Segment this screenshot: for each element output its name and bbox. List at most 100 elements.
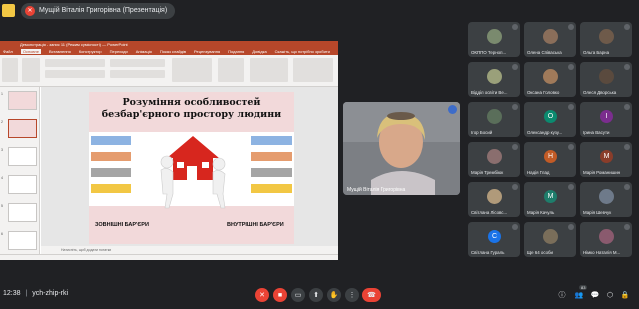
participant-tile[interactable]: О Олександр кузу...	[524, 102, 576, 137]
mic-off-icon	[624, 144, 630, 150]
participant-tile[interactable]: І Ірина Васути	[580, 102, 632, 137]
participant-name: Олександр кузу...	[527, 130, 563, 135]
participant-tile[interactable]: М Марія Качуль	[524, 182, 576, 217]
mic-off-icon	[624, 224, 630, 230]
participant-tile[interactable]: Марія Трембіюк	[468, 142, 520, 177]
shared-screen: Демонстрація - запис 11 (Режим сумісност…	[0, 41, 338, 260]
ribbon-tab[interactable]: Рецензування	[194, 49, 220, 54]
mic-off-icon	[512, 184, 518, 190]
leave-call-button[interactable]: ☎	[362, 288, 381, 302]
mic-off-icon	[512, 64, 518, 70]
mic-off-icon	[512, 104, 518, 110]
notes-pane[interactable]: Натисніть, щоб додати нотатки	[41, 246, 338, 254]
present-window-icon[interactable]	[2, 4, 15, 17]
participant-name: Світлана Гураль	[471, 250, 505, 255]
participant-tile[interactable]: ОКППО Терноп...	[468, 22, 520, 57]
participant-tile[interactable]: С Світлана Гураль	[468, 222, 520, 257]
avatar-photo	[487, 109, 502, 124]
presenter-pill-label: Мущій Віталія Григорівна (Презентація)	[39, 7, 168, 14]
ribbon-toolbar	[0, 55, 338, 87]
participant-name: Марія Трембіюк	[471, 170, 504, 175]
hangup-icon: ☎	[367, 292, 376, 299]
more-options-button[interactable]: ⋮	[345, 288, 359, 302]
avatar-photo	[599, 189, 614, 204]
present-button[interactable]: ⬆	[309, 288, 323, 302]
captions-button[interactable]: ▭	[291, 288, 305, 302]
slide-thumbnail[interactable]	[8, 203, 37, 222]
presenter-pill[interactable]: ✕ Мущій Віталія Григорівна (Презентація)	[21, 2, 176, 19]
mic-off-icon	[512, 224, 518, 230]
mic-off-icon: ✕	[25, 5, 35, 16]
slide-thumbnail[interactable]	[8, 147, 37, 166]
participant-tile[interactable]: Олена Співаська	[524, 22, 576, 57]
presenter-video[interactable]: Мущій Віталія Григорівна	[343, 102, 460, 195]
people-icon[interactable]: 👥	[574, 290, 584, 300]
powerpoint-statusbar	[0, 254, 338, 260]
ribbon-tab[interactable]: Довідка	[252, 49, 266, 54]
internal-barriers-caption: ВНУТРІШНІ БАР'ЄРИ	[227, 222, 284, 228]
ribbon-tab[interactable]: Показ слайдів	[160, 49, 186, 54]
ribbon-tab[interactable]: Конструктор	[79, 49, 102, 54]
activities-icon[interactable]: ⬡	[605, 290, 615, 300]
slide-thumbnail[interactable]	[8, 175, 37, 194]
captions-icon: ▭	[294, 292, 302, 299]
ribbon-tab[interactable]: Подання	[228, 49, 244, 54]
mic-off-icon	[624, 64, 630, 70]
ribbon-tab[interactable]: Вставлення	[49, 49, 71, 54]
presentation-bar: ✕ Мущій Віталія Григорівна (Презентація)	[2, 2, 176, 19]
participant-tile[interactable]: Ще 64 особи	[524, 222, 576, 257]
avatar-photo	[599, 69, 614, 84]
mic-off-icon	[568, 144, 574, 150]
mic-off-icon	[624, 184, 630, 190]
mic-off-icon	[624, 104, 630, 110]
host-controls-icon[interactable]: 🔒	[620, 290, 630, 300]
avatar: С	[488, 230, 501, 243]
slide-number: 6	[1, 232, 3, 236]
participant-name: Ірина Васути	[583, 130, 610, 135]
avatar-photo	[543, 69, 558, 84]
speaking-indicator-icon	[448, 105, 457, 114]
ribbon-tabs: Файл Основне Вставлення Конструктор Переходи…	[0, 48, 338, 55]
slide-number: 1	[1, 92, 3, 96]
participant-tile[interactable]: Олеся Дворська	[580, 62, 632, 97]
clock-time: 12:38	[3, 290, 21, 297]
participant-tile[interactable]: Відділ освіти Ве...	[468, 62, 520, 97]
mic-off-icon	[568, 224, 574, 230]
ribbon-tab[interactable]: Анімація	[136, 49, 152, 54]
participant-tile[interactable]: Німко Наталія М...	[580, 222, 632, 257]
raise-hand-button[interactable]: ✋	[327, 288, 341, 302]
participant-tile[interactable]: Марія Шевчук	[580, 182, 632, 217]
avatar-photo	[487, 69, 502, 84]
participant-tile[interactable]: Світлана Лісовс...	[468, 182, 520, 217]
avatar-photo	[487, 149, 502, 164]
avatar: О	[544, 110, 557, 123]
meeting-code: ych-zhip-rki	[32, 290, 69, 297]
avatar-photo	[487, 189, 502, 204]
mic-toggle-button[interactable]: ✕	[255, 288, 269, 302]
participant-tile[interactable]: Ольга Барна	[580, 22, 632, 57]
ribbon-tab[interactable]: Скажіть, що потрібно зробити	[275, 49, 330, 54]
slide-thumbnail[interactable]	[8, 231, 37, 250]
participant-tile[interactable]: Оксана Головко	[524, 62, 576, 97]
slide-thumbnail[interactable]	[8, 119, 37, 138]
participant-name: Ще 64 особи	[527, 250, 553, 255]
participant-tile[interactable]: Н Надія Глад	[524, 142, 576, 177]
ribbon-tab[interactable]: Переходи	[110, 49, 128, 54]
avatar-photo	[599, 229, 614, 244]
participant-name: Світлана Лісовс...	[471, 210, 508, 215]
participant-tile[interactable]: Ігор Босий	[468, 102, 520, 137]
meet-window: ✕ Мущій Віталія Григорівна (Презентація)…	[0, 0, 639, 309]
present-icon: ⬆	[313, 292, 319, 299]
barrier-bar-right-3	[251, 168, 292, 177]
slide-number: 3	[1, 148, 3, 152]
chat-icon[interactable]: 💬	[590, 290, 600, 300]
bottom-bar: 12:38 | ych-zhip-rki ✕ ■ ▭ ⬆ ✋ ⋮ ☎ ⓘ 👥 💬…	[0, 284, 639, 309]
ribbon-tab[interactable]: Основне	[20, 49, 41, 54]
ribbon-tab[interactable]: Файл	[3, 49, 13, 54]
mic-off-icon	[568, 64, 574, 70]
camera-toggle-button[interactable]: ■	[273, 288, 287, 302]
participant-tile[interactable]: М Марія Романишин	[580, 142, 632, 177]
meeting-details-icon[interactable]: ⓘ	[557, 290, 567, 300]
slide-thumbnail[interactable]	[8, 91, 37, 110]
participant-name: Оксана Головко	[527, 90, 560, 95]
